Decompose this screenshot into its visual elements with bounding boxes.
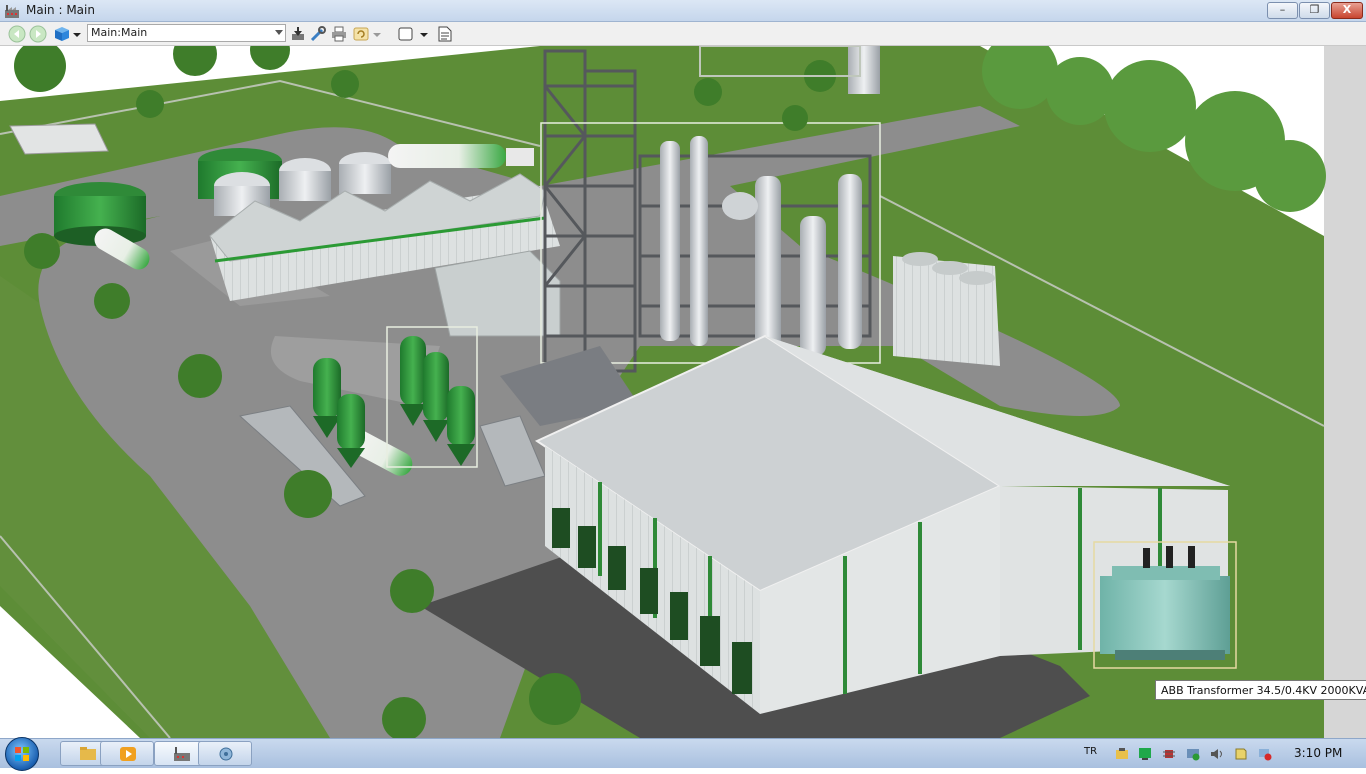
chevron-down-icon[interactable]: [371, 25, 383, 43]
security-tray-icon[interactable]: [1115, 747, 1129, 761]
refresh-icon[interactable]: [352, 25, 370, 43]
chevron-down-icon[interactable]: [71, 25, 83, 43]
toolbar: Main:Main: [0, 22, 1366, 46]
taskbar-network-app-button[interactable]: [198, 741, 252, 766]
factory-app-icon: [174, 747, 190, 761]
tools-icon[interactable]: [309, 25, 327, 43]
explorer-icon: [80, 747, 96, 760]
transformer-tooltip: ABB Transformer 34.5/0.4KV 2000KVA: [1155, 680, 1366, 700]
address-combo[interactable]: Main:Main: [87, 24, 286, 42]
windows-logo-icon: [15, 747, 29, 761]
back-icon[interactable]: [8, 25, 26, 43]
language-indicator[interactable]: TR: [1084, 746, 1097, 757]
minimize-button[interactable]: –: [1267, 2, 1298, 19]
action-center-icon[interactable]: [1234, 747, 1248, 761]
forward-icon[interactable]: [29, 25, 47, 43]
taskbar-media-button[interactable]: [100, 741, 154, 766]
close-button[interactable]: X: [1331, 2, 1363, 19]
factory-icon: [5, 5, 19, 18]
media-player-icon: [120, 747, 136, 761]
start-button[interactable]: [5, 737, 39, 771]
window-icon[interactable]: [397, 25, 415, 43]
chevron-down-icon[interactable]: [418, 25, 430, 43]
volume-icon[interactable]: [1210, 747, 1224, 761]
print-icon[interactable]: [330, 25, 348, 43]
save-icon[interactable]: [289, 25, 307, 43]
network-app-icon: [219, 747, 233, 761]
document-icon[interactable]: [436, 25, 454, 43]
plant-scene-graphic: [0, 46, 1366, 738]
chevron-down-icon[interactable]: [275, 30, 283, 35]
network-check-tray-icon[interactable]: [1186, 747, 1200, 761]
taskbar: TR 3:10 PM: [0, 737, 1366, 771]
clock[interactable]: 3:10 PM: [1294, 746, 1342, 760]
network-disconnected-icon[interactable]: [1258, 747, 1272, 761]
window-title-bar: Main : Main – ❐ X: [0, 0, 1366, 22]
chip-tray-icon[interactable]: [1162, 747, 1176, 761]
plant-3d-view[interactable]: ABB Transformer 34.5/0.4KV 2000KVA: [0, 46, 1366, 738]
monitor-tray-icon[interactable]: [1138, 747, 1152, 761]
address-value: Main:Main: [91, 26, 148, 39]
cube-icon[interactable]: [53, 25, 71, 43]
restore-button[interactable]: ❐: [1299, 2, 1330, 19]
window-title: Main : Main: [26, 3, 95, 17]
